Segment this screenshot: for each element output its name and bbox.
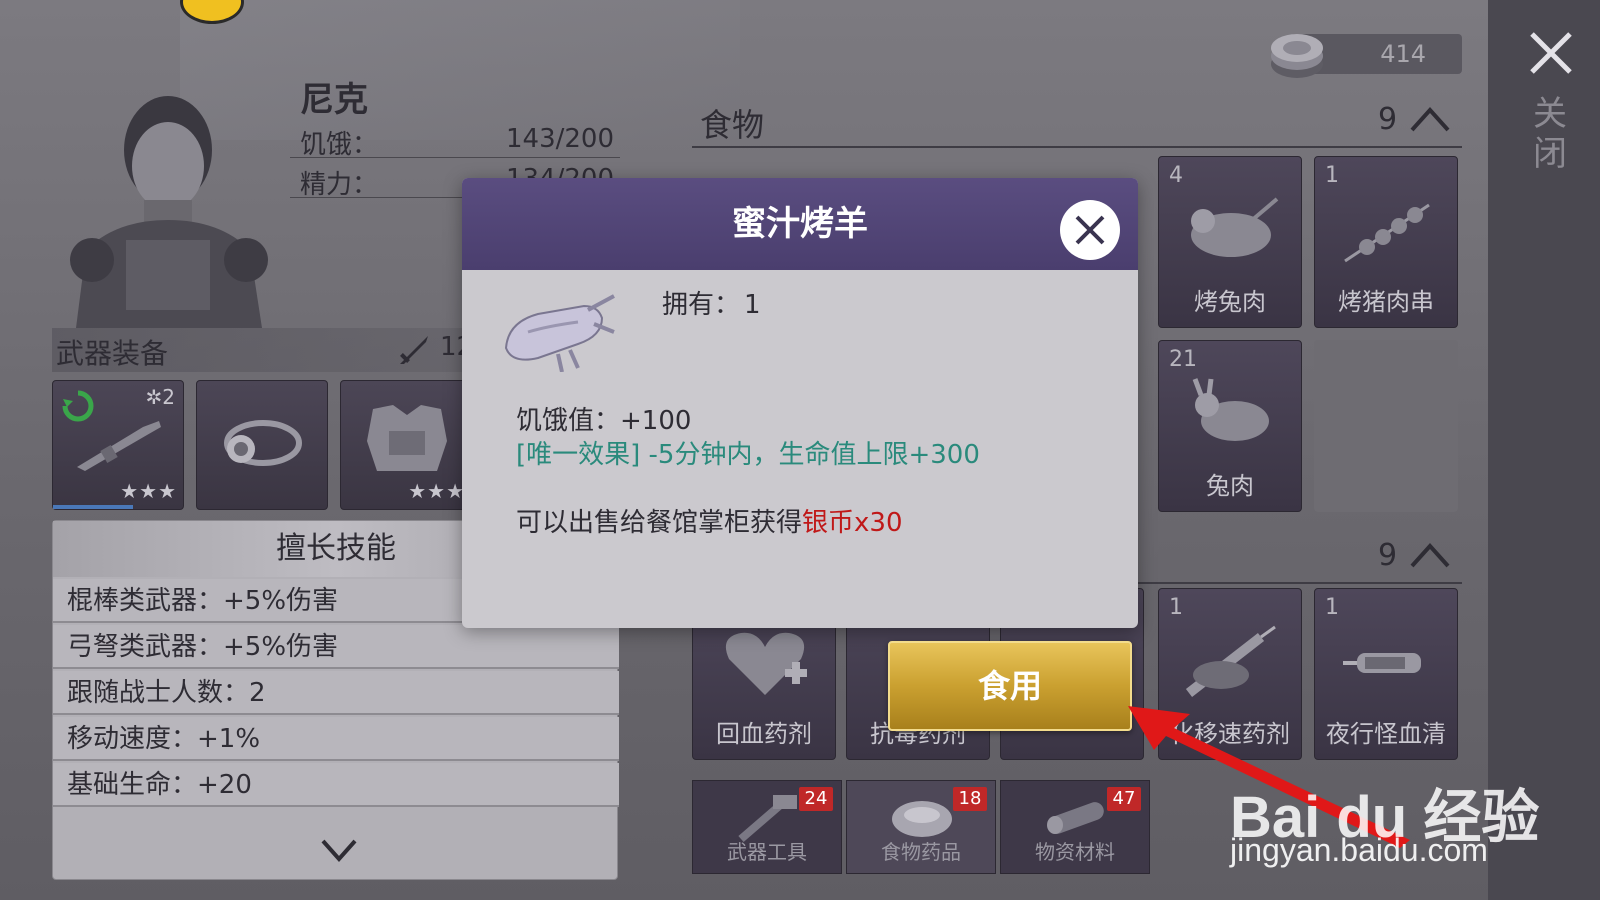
owned-label: 拥有：: [662, 290, 741, 320]
eat-button[interactable]: 食用: [888, 641, 1132, 731]
tab-food-medicine[interactable]: 18 食物药品: [846, 780, 996, 874]
rabbit-meat-icon: [1192, 378, 1269, 441]
sell-reward: 银币x30: [802, 508, 903, 538]
hunger-effect-text: 饥饿值：+100: [516, 406, 692, 436]
hunger-label: 饥饿：: [300, 130, 379, 160]
item-count: 1: [1325, 595, 1339, 620]
skill-row: 移动速度：+1%: [53, 717, 619, 761]
serum-icon: [1343, 653, 1421, 673]
close-icon[interactable]: [1528, 30, 1574, 76]
sword-icon: [400, 336, 428, 364]
equip-slot-vest[interactable]: ★★★: [340, 380, 472, 510]
item-count: 1: [1325, 163, 1339, 188]
item-count: 4: [1169, 163, 1183, 188]
headlamp-icon: [224, 420, 302, 466]
medicine-section-count: 9: [1378, 538, 1398, 573]
skill-row: 弓弩类武器：+5%伤害: [53, 625, 619, 669]
item-cell-rabbit-meat[interactable]: 21 兔肉: [1158, 340, 1302, 512]
close-label[interactable]: 关闭: [1530, 94, 1570, 174]
tab-label: 食物药品: [881, 840, 961, 864]
character-portrait: [70, 96, 268, 328]
rifle-icon: [77, 421, 161, 471]
vest-icon: [367, 405, 447, 471]
modal-title: 蜜汁烤羊: [732, 204, 868, 244]
silver-coin-icon: [1271, 34, 1323, 78]
owned-value: 1: [744, 290, 761, 320]
sell-text: 可以出售给餐馆掌柜获得: [516, 508, 803, 538]
pork-skewer-icon: [1344, 203, 1430, 263]
energy-label: 精力：: [300, 170, 379, 200]
star-rating: ★★★: [408, 479, 465, 503]
item-count: 1: [1169, 595, 1183, 620]
food-icon: [892, 801, 952, 837]
item-detail-modal: 蜜汁烤羊 拥有： 1 饥饿值：+100 [唯一效果] -5分钟内，生命值上限+30…: [462, 178, 1138, 628]
materials-icon: [1047, 802, 1104, 834]
weapon-section-title: 武器装备: [56, 337, 169, 370]
item-cell-roast-rabbit[interactable]: 4 烤兔肉: [1158, 156, 1302, 328]
sell-info: 可以出售给餐馆掌柜获得银币x30: [516, 502, 903, 539]
section-divider: [692, 146, 1462, 148]
item-count: 21: [1169, 347, 1197, 372]
item-name: 烤猪肉串: [1338, 288, 1434, 316]
roast-rabbit-icon: [1191, 197, 1279, 257]
chevron-up-icon[interactable]: [1410, 106, 1450, 132]
hunger-value: 143/200: [505, 124, 614, 154]
currency-value: 414: [1380, 40, 1426, 68]
hunger-stat: 饥饿： 143/200: [290, 120, 620, 160]
tab-badge: 24: [799, 787, 833, 811]
item-name: 回血药剂: [716, 720, 812, 748]
tab-weapons-tools[interactable]: 24 武器工具: [692, 780, 842, 874]
durability-bar: [53, 505, 133, 509]
modal-close-button[interactable]: [1060, 200, 1120, 260]
empty-item-slot: [1314, 340, 1458, 512]
chevron-up-icon[interactable]: [1410, 542, 1450, 568]
skill-row: 跟随战士人数：2: [53, 671, 619, 715]
roast-lamb-icon: [504, 294, 615, 372]
item-name: 烤兔肉: [1194, 288, 1266, 316]
watermark-url: jingyan.baidu.com: [1230, 832, 1488, 868]
equip-slot-headlamp[interactable]: [196, 380, 328, 510]
speed-potion-icon: [1185, 625, 1276, 697]
unique-effect-text: [唯一效果] -5分钟内，生命值上限+300: [516, 440, 980, 470]
chevron-down-icon[interactable]: [321, 839, 357, 863]
character-name: 尼克: [300, 80, 368, 120]
item-cell-pork-skewer[interactable]: 1 烤猪肉串: [1314, 156, 1458, 328]
gear-level: ✲2: [145, 385, 176, 409]
tab-badge: 18: [953, 787, 987, 811]
food-section-count: 9: [1378, 102, 1398, 137]
item-name: 兔肉: [1206, 472, 1254, 500]
star-rating: ★★★: [120, 479, 177, 503]
close-icon: [1075, 215, 1105, 245]
owned-count: 拥有： 1: [658, 284, 761, 321]
food-section-title: 食物: [700, 106, 765, 144]
skill-row: 基础生命：+20: [53, 763, 619, 807]
heal-potion-icon: [725, 632, 807, 695]
tab-label: 武器工具: [727, 840, 807, 864]
equip-slot-rifle[interactable]: ✲2 ★★★: [52, 380, 184, 510]
eat-button-label: 食用: [977, 667, 1042, 705]
